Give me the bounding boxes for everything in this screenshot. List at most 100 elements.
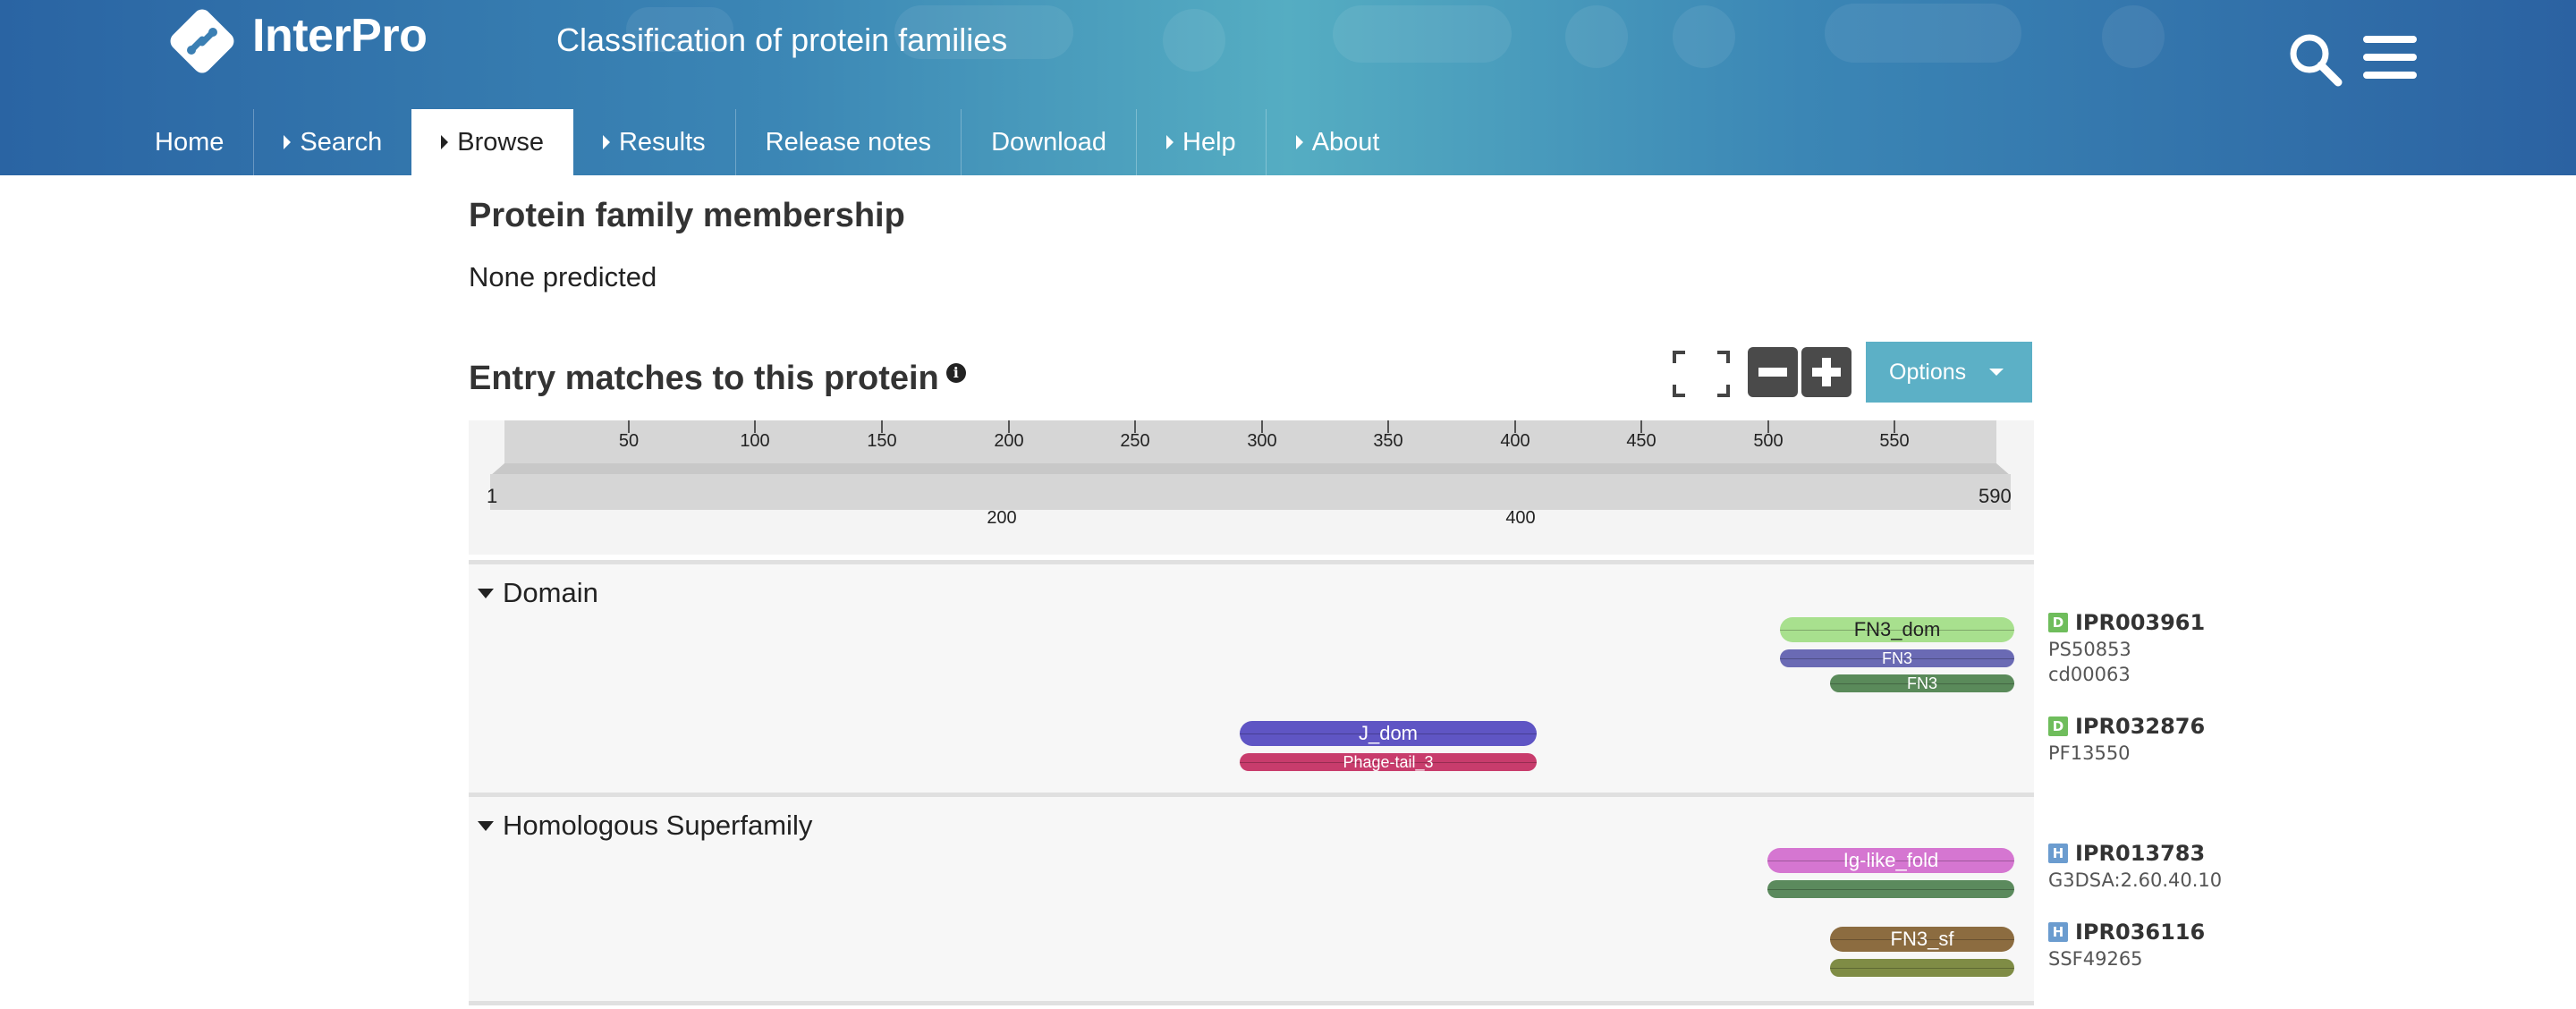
superfamily-entry: H IPR036116 SSF49265: [2048, 920, 2205, 970]
superfamily-badge-icon: H: [2048, 922, 2068, 942]
options-dropdown-button[interactable]: Options: [1866, 342, 2032, 403]
track-label: FN3: [1906, 674, 1937, 692]
nav-results[interactable]: Results: [573, 109, 735, 175]
info-icon[interactable]: i: [945, 363, 966, 383]
caret-right-icon: [441, 135, 449, 149]
accession: IPR036116: [2075, 920, 2206, 945]
nav-label: About: [1311, 127, 1380, 157]
superfamily-track-ig-like-fold[interactable]: Ig-like_fold: [1767, 848, 2014, 873]
caret-right-icon: [1166, 135, 1174, 149]
domain-track-fn3-ps[interactable]: FN3: [1780, 649, 2014, 667]
fullscreen-icon[interactable]: [1673, 351, 1730, 397]
entry-accession-link[interactable]: H IPR036116: [2048, 920, 2205, 945]
track-label: J_dom: [1358, 722, 1419, 744]
header-decoration: [1825, 4, 2021, 63]
caret-down-icon: [478, 820, 494, 831]
superfamily-badge-icon: H: [2048, 844, 2068, 863]
domain-track-phage-tail[interactable]: Phage-tail_3: [1240, 753, 1537, 771]
nav-label: Download: [991, 127, 1107, 157]
minus-icon: [1758, 368, 1787, 377]
track-label: FN3_sf: [1890, 928, 1954, 950]
nav-label: Home: [155, 127, 225, 157]
header-decoration: [1673, 5, 1735, 68]
main-nav: Home Search Browse Results Release notes…: [125, 109, 1410, 175]
family-membership-value: None predicted: [469, 261, 657, 293]
domain-badge-icon: D: [2048, 716, 2068, 736]
member-db-link[interactable]: PF13550: [2048, 742, 2205, 764]
domain-badge-icon: D: [2048, 613, 2068, 632]
section-title: Homologous Superfamily: [503, 810, 813, 841]
accession: IPR013783: [2075, 841, 2206, 866]
nav-label: Help: [1182, 127, 1236, 157]
superfamily-track-ssf[interactable]: [1830, 959, 2014, 977]
track-label: Ig-like_fold: [1843, 849, 1939, 871]
nav-search[interactable]: Search: [253, 109, 411, 175]
nav-download[interactable]: Download: [961, 109, 1136, 175]
entry-accession-link[interactable]: D IPR032876: [2048, 714, 2205, 739]
sequence-end-label: 590: [1979, 485, 2012, 507]
nav-about[interactable]: About: [1265, 109, 1410, 175]
domain-track-fn3-dom[interactable]: FN3_dom: [1780, 617, 2014, 642]
caret-right-icon: [1295, 135, 1303, 149]
member-db-link[interactable]: G3DSA:2.60.40.10: [2048, 869, 2222, 891]
superfamily-track-g3dsa[interactable]: [1767, 880, 2014, 898]
hamburger-menu-icon[interactable]: [2361, 32, 2419, 82]
nav-release-notes[interactable]: Release notes: [734, 109, 961, 175]
nav-label: Results: [618, 127, 706, 157]
domain-entry: D IPR003961 PS50853 cd00063: [2048, 610, 2205, 685]
nav-home[interactable]: Home: [125, 109, 253, 175]
site-tagline: Classification of protein families: [556, 21, 1008, 58]
zoom-in-button[interactable]: [1801, 347, 1852, 397]
accession: IPR003961: [2075, 610, 2206, 635]
nav-help[interactable]: Help: [1136, 109, 1266, 175]
header-decoration: [1163, 9, 1225, 72]
brand-name[interactable]: InterPro: [252, 9, 428, 63]
caret-right-icon: [284, 135, 292, 149]
superfamily-section-toggle[interactable]: Homologous Superfamily: [478, 810, 812, 842]
site-header: InterPro Classification of protein famil…: [0, 0, 2576, 175]
sequence-start-label: 1: [487, 485, 498, 507]
entry-accession-link[interactable]: D IPR003961: [2048, 610, 2205, 635]
domain-track-fn3-cd[interactable]: FN3: [1830, 674, 2014, 692]
accession: IPR032876: [2075, 714, 2206, 739]
domain-entry: D IPR032876 PF13550: [2048, 714, 2205, 764]
overview-bar[interactable]: [490, 474, 2011, 510]
ruler-tick-label: 550: [1879, 431, 1910, 451]
header-decoration: [1565, 5, 1628, 68]
nav-label: Search: [300, 127, 383, 157]
interpro-logo-icon[interactable]: [166, 5, 238, 77]
ruler-tick-label: 400: [1500, 431, 1530, 451]
entry-matches-title: Entry matches to this protein: [469, 360, 939, 397]
member-db-link[interactable]: cd00063: [2048, 664, 2205, 685]
ruler-tick-label: 350: [1373, 431, 1403, 451]
entry-accession-link[interactable]: H IPR013783: [2048, 841, 2222, 866]
track-label: FN3_dom: [1853, 618, 1941, 640]
caret-right-icon: [602, 135, 610, 149]
superfamily-entry: H IPR013783 G3DSA:2.60.40.10: [2048, 841, 2222, 891]
overview-tick-label: 200: [987, 508, 1017, 528]
plus-icon: [1812, 358, 1841, 386]
track-label: FN3: [1881, 649, 1912, 667]
ruler-tick-label: 200: [994, 431, 1024, 451]
family-membership-title: Protein family membership: [469, 197, 905, 234]
header-decoration: [1333, 5, 1512, 63]
track-label: Phage-tail_3: [1343, 753, 1434, 771]
member-db-link[interactable]: SSF49265: [2048, 948, 2205, 970]
overview-tick-label: 400: [1505, 508, 1536, 528]
entry-matches-heading: Entry matches to this protein i: [469, 360, 966, 398]
section-title: Domain: [503, 577, 598, 608]
nav-browse[interactable]: Browse: [411, 109, 573, 175]
ruler-tick-label: 450: [1626, 431, 1657, 451]
ruler-tick-label: 250: [1120, 431, 1150, 451]
domain-section-toggle[interactable]: Domain: [478, 577, 598, 609]
caret-down-icon: [478, 588, 494, 598]
zoom-out-button[interactable]: [1748, 347, 1798, 397]
search-icon[interactable]: [2286, 30, 2343, 88]
member-db-link[interactable]: PS50853: [2048, 639, 2205, 660]
domain-track-j-dom[interactable]: J_dom: [1240, 721, 1537, 746]
nav-label: Browse: [457, 127, 544, 157]
nav-label: Release notes: [765, 127, 932, 157]
superfamily-track-fn3-sf[interactable]: FN3_sf: [1830, 927, 2014, 952]
ruler-tick-label: 100: [740, 431, 770, 451]
ruler-tick-label: 500: [1753, 431, 1784, 451]
